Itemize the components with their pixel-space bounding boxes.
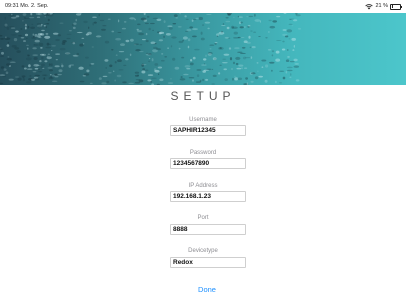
port-field[interactable] <box>170 224 246 235</box>
field-label-devicetype: Devicetype <box>188 248 218 254</box>
page-title: SETUP <box>170 89 236 103</box>
field-label-ip-address: IP Address <box>188 183 218 189</box>
header-banner-image <box>0 13 406 85</box>
done-button[interactable]: Done <box>183 283 231 295</box>
field-label-port: Port <box>197 215 209 221</box>
ip-address-field[interactable] <box>170 191 246 202</box>
battery-percent: 21 % <box>375 3 388 9</box>
username-field[interactable] <box>170 125 246 136</box>
field-label-username: Username <box>189 117 217 123</box>
battery-icon <box>390 3 402 10</box>
field-label-password: Password <box>189 150 217 156</box>
status-right: 21 % <box>365 0 402 13</box>
wifi-icon <box>365 3 374 9</box>
password-field[interactable] <box>170 158 246 169</box>
devicetype-field[interactable] <box>170 257 246 268</box>
status-time-date: 09:31 Mo. 2. Sep. <box>5 3 49 9</box>
status-bar: 09:31 Mo. 2. Sep. 21 % <box>0 0 406 13</box>
